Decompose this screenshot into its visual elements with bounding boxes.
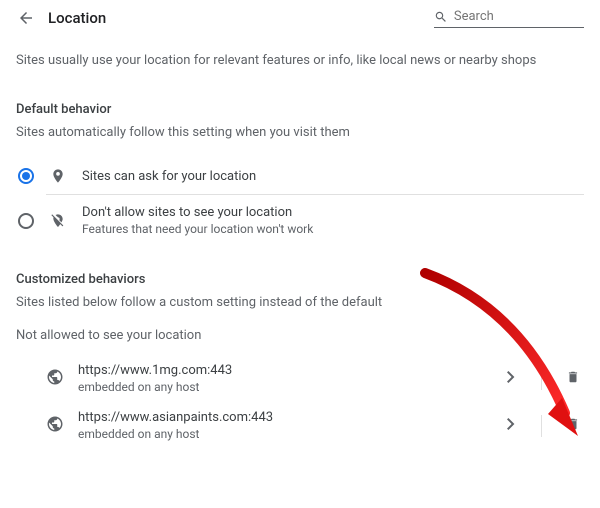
intro-text: Sites usually use your location for rele… (16, 52, 584, 70)
site-url: https://www.1mg.com:443 (78, 363, 487, 378)
trash-icon (566, 416, 580, 432)
delete-button[interactable] (562, 416, 584, 436)
site-row: https://www.asianpaints.com:443 embedded… (16, 402, 584, 449)
delete-button[interactable] (562, 369, 584, 389)
site-row: https://www.1mg.com:443 embedded on any … (16, 355, 584, 402)
location-icon (48, 168, 68, 184)
search-field[interactable] (434, 9, 584, 28)
option-ask-label: Sites can ask for your location (82, 169, 256, 184)
radio-ask[interactable] (18, 168, 34, 184)
location-off-icon (48, 213, 68, 229)
option-block[interactable]: Don't allow sites to see your location F… (16, 195, 584, 246)
blocked-section-title: Not allowed to see your location (16, 328, 584, 343)
globe-icon (46, 368, 64, 390)
default-behavior-sub: Sites automatically follow this setting … (16, 125, 584, 140)
arrow-left-icon (17, 9, 35, 27)
option-block-sub: Features that need your location won't w… (82, 222, 313, 236)
customized-sub: Sites listed below follow a custom setti… (16, 295, 584, 310)
radio-block[interactable] (18, 213, 34, 229)
globe-icon (46, 415, 64, 437)
site-url: https://www.asianpaints.com:443 (78, 410, 487, 425)
default-behavior-title: Default behavior (16, 102, 584, 117)
site-sub: embedded on any host (78, 380, 487, 394)
option-block-label: Don't allow sites to see your location (82, 205, 313, 220)
search-input[interactable] (454, 9, 584, 24)
chevron-right-icon (507, 371, 515, 383)
chevron-right-icon (507, 418, 515, 430)
expand-button[interactable] (501, 371, 521, 387)
back-button[interactable] (16, 8, 36, 28)
search-icon (434, 9, 448, 25)
customized-title: Customized behaviors (16, 272, 584, 287)
site-sub: embedded on any host (78, 427, 487, 441)
expand-button[interactable] (501, 418, 521, 434)
page-title: Location (48, 9, 106, 27)
trash-icon (566, 369, 580, 385)
option-ask[interactable]: Sites can ask for your location (16, 158, 584, 194)
